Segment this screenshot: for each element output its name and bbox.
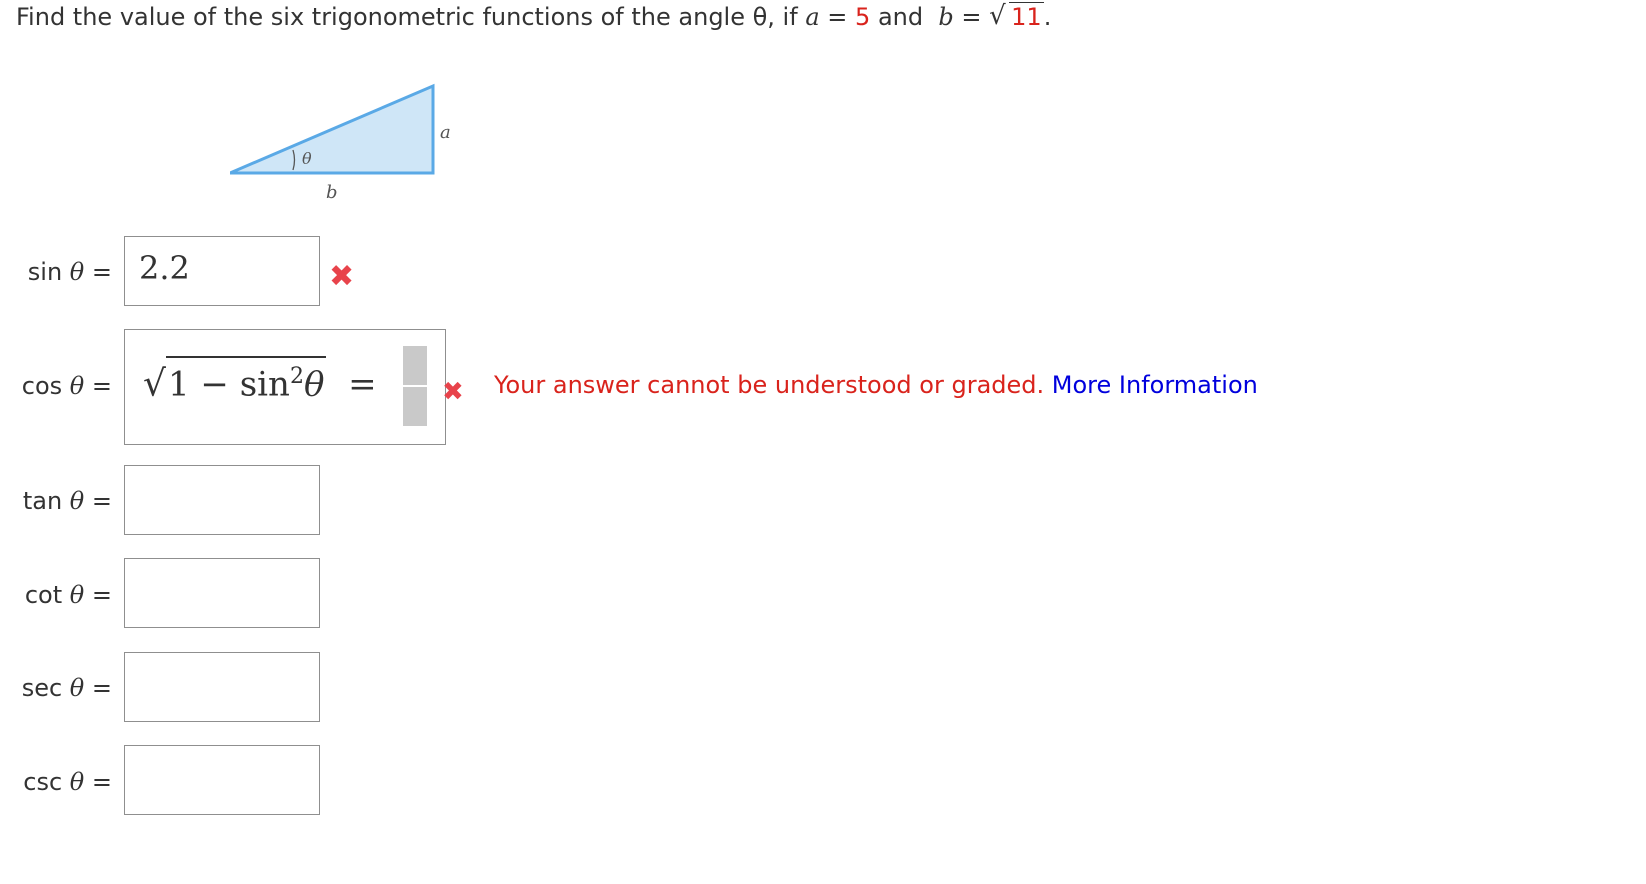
cos-label: cos θ = — [21, 372, 112, 400]
error-text: Your answer cannot be understood or grad… — [494, 371, 1045, 399]
cot-answer-input[interactable] — [124, 558, 320, 628]
angle-label: θ — [302, 149, 312, 168]
fraction-placeholder[interactable] — [403, 346, 427, 426]
sqrt-icon: √ — [989, 1, 1006, 31]
x-mark-icon: ✖ — [329, 259, 355, 294]
question-text: Find the value of the six trigonometric … — [16, 1, 1052, 31]
b-value-sqrt: √ 11 — [989, 1, 1044, 31]
sin-label: sin θ = — [27, 258, 112, 286]
x-mark-icon: ✖ — [442, 377, 464, 407]
feedback-message: Your answer cannot be understood or grad… — [494, 371, 1258, 399]
more-information-link[interactable]: More Information — [1052, 371, 1258, 399]
csc-answer-input[interactable] — [124, 745, 320, 815]
side-b-label: b — [326, 182, 338, 203]
csc-label: csc θ = — [23, 768, 112, 796]
a-value: 5 — [855, 3, 871, 31]
sqrt-icon: √ — [143, 363, 166, 405]
sec-answer-input[interactable] — [124, 652, 320, 722]
sec-label: sec θ = — [21, 674, 112, 702]
sin-answer-input[interactable]: 2.2 — [124, 236, 320, 306]
tan-label: tan θ = — [22, 487, 112, 515]
cos-expression: √1 − sin2θ = — [143, 356, 377, 404]
triangle-shape — [230, 83, 435, 175]
triangle-figure: θ a b — [230, 83, 451, 203]
cos-answer-input[interactable]: √1 − sin2θ = — [124, 329, 446, 445]
tan-answer-input[interactable] — [124, 465, 320, 535]
cot-label: cot θ = — [24, 581, 112, 609]
side-a-label: a — [440, 122, 451, 143]
